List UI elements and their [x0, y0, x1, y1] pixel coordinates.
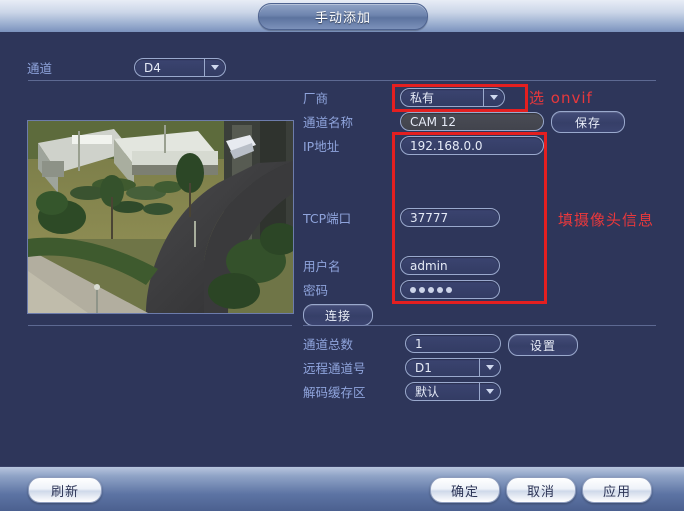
total-channels-input[interactable]: 1 [405, 334, 501, 353]
chevron-down-icon [483, 89, 503, 106]
chevron-down-icon [479, 383, 499, 400]
apply-button[interactable]: 应用 [582, 477, 652, 503]
decode-buffer-label: 解码缓存区 [303, 385, 366, 400]
chevron-down-icon [479, 359, 499, 376]
remote-channel-value: D1 [415, 360, 432, 375]
camera-preview [27, 120, 294, 314]
total-channels-label: 通道总数 [303, 337, 354, 352]
channel-select-value: D4 [144, 60, 161, 75]
divider-middle-left [28, 325, 292, 326]
tcp-port-value: 37777 [410, 210, 449, 225]
remote-channel-label: 远程通道号 [303, 361, 366, 376]
dialog-body: 通道 D4 厂商 通道名称 IP地址 TCP端口 用户名 密码 私有 CAM 1… [0, 32, 684, 466]
username-value: admin [410, 258, 448, 273]
password-masked-value [410, 286, 452, 293]
preview-image [28, 121, 293, 313]
remote-channel-select[interactable]: D1 [405, 358, 501, 377]
channel-name-label: 通道名称 [303, 115, 354, 130]
save-button[interactable]: 保存 [551, 111, 625, 133]
decode-buffer-value: 默认 [415, 385, 440, 399]
settings-button[interactable]: 设置 [508, 334, 578, 356]
manufacturer-value: 私有 [410, 91, 435, 105]
ok-button[interactable]: 确定 [430, 477, 500, 503]
annotation-onvif-text: 选 onvif [529, 89, 593, 107]
annotation-camera-info-text: 填摄像头信息 [558, 211, 655, 229]
chevron-down-icon [204, 59, 224, 76]
channel-name-value: CAM 12 [410, 114, 457, 129]
manual-add-dialog: 手动添加 通道 D4 厂商 通道名称 IP地址 TCP端口 用户名 密码 私有 … [0, 0, 684, 511]
manufacturer-label: 厂商 [303, 91, 329, 106]
connect-button[interactable]: 连接 [303, 304, 373, 326]
tcp-port-label: TCP端口 [303, 211, 352, 226]
ip-address-value: 192.168.0.0 [410, 138, 483, 153]
footer-bar: 刷新 确定 取消 应用 [0, 466, 684, 511]
channel-name-input[interactable]: CAM 12 [400, 112, 544, 131]
channel-label: 通道 [27, 61, 53, 76]
ip-address-label: IP地址 [303, 139, 340, 154]
password-label: 密码 [303, 283, 329, 298]
title-bar: 手动添加 [0, 0, 684, 33]
cancel-button[interactable]: 取消 [506, 477, 576, 503]
decode-buffer-select[interactable]: 默认 [405, 382, 501, 401]
channel-select[interactable]: D4 [134, 58, 226, 77]
total-channels-value: 1 [415, 336, 423, 351]
ip-address-input[interactable]: 192.168.0.0 [400, 136, 544, 155]
tcp-port-input[interactable]: 37777 [400, 208, 500, 227]
password-input[interactable] [400, 280, 500, 299]
page-title: 手动添加 [258, 3, 428, 30]
username-input[interactable]: admin [400, 256, 500, 275]
divider-middle [303, 325, 656, 326]
username-label: 用户名 [303, 259, 341, 274]
manufacturer-select[interactable]: 私有 [400, 88, 505, 107]
divider-top [28, 80, 656, 81]
refresh-button[interactable]: 刷新 [28, 477, 102, 503]
